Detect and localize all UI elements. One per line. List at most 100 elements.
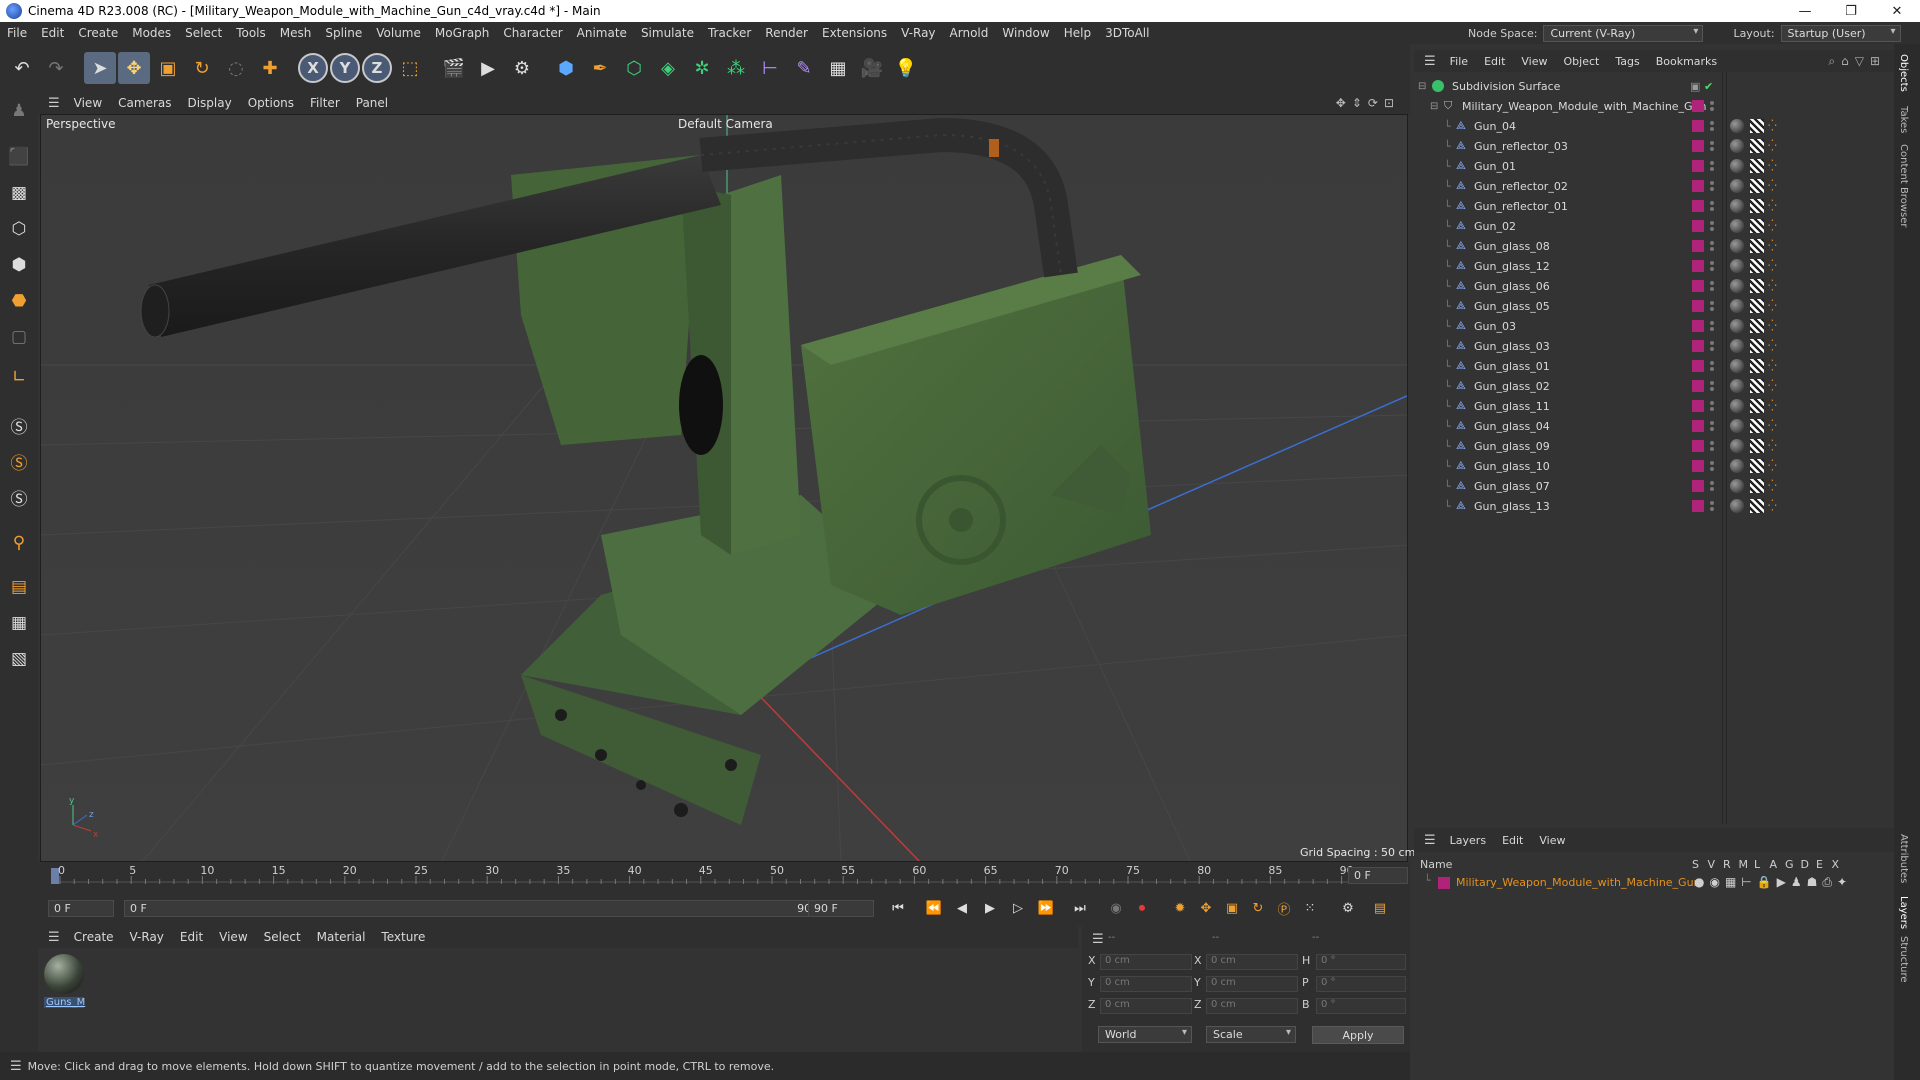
scale-tool-icon[interactable]: ▣	[152, 52, 184, 84]
layer-color-icon[interactable]	[1692, 160, 1704, 172]
layer-color-icon[interactable]	[1692, 340, 1704, 352]
visibility-dots-icon[interactable]	[1710, 340, 1714, 352]
uv-mode-icon[interactable]: ▢	[4, 322, 34, 352]
visibility-dots-icon[interactable]	[1710, 360, 1714, 372]
menu-file[interactable]: File	[0, 26, 34, 40]
tab-structure[interactable]: Structure	[1898, 936, 1909, 983]
visibility-dots-icon[interactable]	[1710, 460, 1714, 472]
object-row[interactable]: └ ⟁ Gun_01 ⁛	[1414, 156, 1894, 176]
vray-material-tag-icon[interactable]	[1730, 379, 1744, 393]
enabled-check-icon[interactable]: ✔	[1704, 80, 1713, 93]
vray-material-tag-icon[interactable]	[1730, 179, 1744, 193]
menu-window[interactable]: Window	[995, 26, 1056, 40]
object-row[interactable]: └ ⟁ Gun_glass_09 ⁛	[1414, 436, 1894, 456]
phong-tag-icon[interactable]: ⁛	[1768, 379, 1778, 393]
coordinate-system-icon[interactable]: ⬚	[394, 52, 426, 84]
layer-column-header[interactable]: R	[1723, 858, 1731, 871]
layer-color-icon[interactable]	[1692, 260, 1704, 272]
minimize-button[interactable]: —	[1782, 0, 1828, 22]
object-row[interactable]: └ ⟁ Gun_reflector_02 ⁛	[1414, 176, 1894, 196]
previous-frame-icon[interactable]: ◀	[950, 896, 974, 920]
viewport-menu-filter[interactable]: Filter	[302, 96, 348, 110]
object-menu-edit[interactable]: Edit	[1476, 55, 1513, 68]
edit-toggle-icon[interactable]: ▣	[1690, 80, 1700, 93]
snap-icon[interactable]: Ⓢ	[4, 410, 34, 440]
coord-rotation-field[interactable]: 0 °	[1316, 954, 1406, 970]
menu-volume[interactable]: Volume	[369, 26, 428, 40]
object-row[interactable]: └ ⟁ Gun_glass_02 ⁛	[1414, 376, 1894, 396]
visibility-dots-icon[interactable]	[1710, 280, 1714, 292]
pla-key-icon[interactable]: ⁙	[1298, 896, 1322, 920]
close-button[interactable]: ✕	[1874, 0, 1920, 22]
visibility-dots-icon[interactable]	[1710, 420, 1714, 432]
end-frame-field[interactable]: 90 F	[808, 900, 874, 917]
layer-row[interactable]: └ Military_Weapon_Module_with_Machine_Gu…	[1414, 874, 1894, 892]
apply-button[interactable]: Apply	[1312, 1026, 1404, 1044]
phong-tag-icon[interactable]: ⁛	[1768, 179, 1778, 193]
phong-tag-icon[interactable]: ⁛	[1768, 339, 1778, 353]
texture-tag-icon[interactable]	[1750, 279, 1764, 293]
coord-position-field[interactable]: 0 cm	[1100, 976, 1192, 992]
menu-mesh[interactable]: Mesh	[273, 26, 319, 40]
object-row[interactable]: └ ⟁ Gun_04 ⁛	[1414, 116, 1894, 136]
texture-tag-icon[interactable]	[1750, 319, 1764, 333]
visibility-dots-icon[interactable]	[1710, 400, 1714, 412]
menu-edit[interactable]: Edit	[34, 26, 71, 40]
pen-spline-icon[interactable]: ✒	[584, 52, 616, 84]
coord-rotation-field[interactable]: 0 °	[1316, 998, 1406, 1014]
object-menu-object[interactable]: Object	[1556, 55, 1608, 68]
object-row[interactable]: └ ⟁ Gun_glass_07 ⁛	[1414, 476, 1894, 496]
texture-tag-icon[interactable]	[1750, 259, 1764, 273]
quantize-icon[interactable]: Ⓢ	[4, 482, 34, 512]
visibility-dots-icon[interactable]	[1710, 380, 1714, 392]
select-tool-icon[interactable]: ➤	[84, 52, 116, 84]
layer-column-header[interactable]: X	[1832, 858, 1840, 871]
object-row[interactable]: └ ⟁ Gun_glass_10 ⁛	[1414, 456, 1894, 476]
viewport-menu-view[interactable]: View	[66, 96, 110, 110]
layer-color-icon[interactable]	[1692, 480, 1704, 492]
object-row[interactable]: └ ⟁ Gun_02 ⁛	[1414, 216, 1894, 236]
menu-animate[interactable]: Animate	[570, 26, 634, 40]
phong-tag-icon[interactable]: ⁛	[1768, 439, 1778, 453]
viewport-menu-icon[interactable]: ☰	[38, 96, 66, 111]
timeline-window-icon[interactable]: ▤	[1368, 896, 1392, 920]
coord-size-field[interactable]: 0 cm	[1206, 976, 1298, 992]
deformer-icon[interactable]: ⊢	[754, 52, 786, 84]
visibility-dots-icon[interactable]	[1710, 260, 1714, 272]
tab-objects[interactable]: Objects	[1898, 54, 1909, 92]
tab-attributes[interactable]: Attributes	[1898, 834, 1909, 883]
phong-tag-icon[interactable]: ⁛	[1768, 199, 1778, 213]
menu-tools[interactable]: Tools	[229, 26, 273, 40]
parameter-key-icon[interactable]: Ⓟ	[1272, 896, 1296, 920]
layer-column-header[interactable]: G	[1785, 858, 1794, 871]
layer-color-icon[interactable]	[1692, 320, 1704, 332]
layout-select[interactable]: Startup (User)	[1780, 24, 1901, 42]
texture-tag-icon[interactable]	[1750, 179, 1764, 193]
menu-select[interactable]: Select	[178, 26, 229, 40]
object-menu-file[interactable]: File	[1442, 55, 1476, 68]
vray-material-tag-icon[interactable]	[1730, 279, 1744, 293]
frame-range-slider[interactable]: 0 F 90 F	[124, 900, 830, 917]
cloner-icon[interactable]: ✲	[686, 52, 718, 84]
undo-icon[interactable]: ↶	[6, 52, 38, 84]
layer-color-icon[interactable]	[1692, 140, 1704, 152]
grid-icon[interactable]: ▦	[4, 608, 34, 638]
phong-tag-icon[interactable]: ⁛	[1768, 259, 1778, 273]
edges-mode-icon[interactable]: ⬢	[4, 250, 34, 280]
texture-tag-icon[interactable]	[1750, 359, 1764, 373]
texture-tag-icon[interactable]	[1750, 479, 1764, 493]
layer-color-icon[interactable]	[1692, 360, 1704, 372]
material-menu-icon[interactable]: ☰	[38, 930, 66, 945]
render-picture-viewer-icon[interactable]: ▶	[472, 52, 504, 84]
layer-column-header[interactable]: V	[1708, 858, 1716, 871]
node-space-select[interactable]: Current (V-Ray)	[1543, 24, 1704, 42]
texture-tag-icon[interactable]	[1750, 159, 1764, 173]
menu-help[interactable]: Help	[1057, 26, 1098, 40]
phong-tag-icon[interactable]: ⁛	[1768, 299, 1778, 313]
phong-tag-icon[interactable]: ⁛	[1768, 219, 1778, 233]
layer-color-icon[interactable]	[1692, 300, 1704, 312]
texture-tag-icon[interactable]	[1750, 459, 1764, 473]
start-frame-field[interactable]: 0 F	[48, 900, 114, 917]
next-key-icon[interactable]: ⏩	[1034, 896, 1058, 920]
menu-mograph[interactable]: MoGraph	[428, 26, 497, 40]
